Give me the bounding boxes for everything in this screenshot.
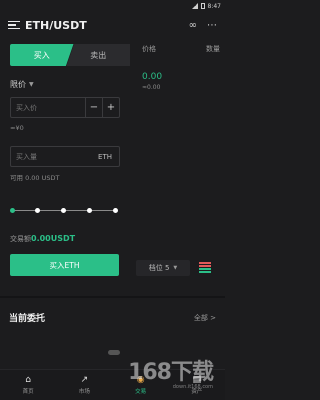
price-approx-value: ≈¥0 [10, 124, 24, 132]
price-input[interactable]: 买入价 [11, 98, 85, 117]
more-icon[interactable]: ⋯ [207, 20, 217, 31]
signal-icon [191, 3, 198, 9]
amount-slider[interactable] [10, 207, 118, 215]
order-type-label: 限价 [10, 80, 26, 89]
watermark-logo: 168下载 [128, 360, 214, 385]
nav-market-label: 市场 [78, 389, 90, 395]
last-price-cny: ≈0.00 [142, 84, 161, 91]
available-balance: 可用 0.00 USDT [10, 174, 60, 182]
open-orders-header: 当前委托 全部 > [9, 311, 216, 325]
caret-down-icon: ▼ [29, 81, 34, 88]
trade-panel: 买入 卖出 限价 ▼ 买入价 − + ≈¥0 买入量 ETH 可用 0.00 U… [10, 44, 130, 244]
trade-tabs: 买入 卖出 [10, 44, 130, 66]
nav-home-label: 首页 [22, 389, 34, 395]
trade-total-label: 交易额 [10, 235, 31, 243]
drag-handle[interactable] [108, 350, 120, 355]
link-icon[interactable]: ∞ [189, 20, 197, 31]
status-time: 8:47 [207, 2, 221, 10]
book-amount-header: 数量 [206, 45, 220, 53]
buy-eth-button[interactable]: 买入ETH [10, 254, 119, 276]
price-input-group: 买入价 − + [10, 97, 120, 118]
home-icon: ⌂ [25, 375, 31, 385]
header: ETH/USDT ∞ ⋯ [0, 12, 225, 38]
amount-unit: ETH [98, 152, 112, 161]
menu-icon[interactable] [8, 20, 20, 30]
slider-stop-50[interactable] [61, 208, 66, 213]
slider-stop-25[interactable] [35, 208, 40, 213]
price-increase-button[interactable]: + [102, 98, 119, 117]
depth-select[interactable]: 档位 5 ▼ [136, 260, 190, 276]
order-book: 价格 数量 0.00 ≈0.00 [142, 44, 220, 91]
slider-stop-100[interactable] [113, 208, 118, 213]
all-orders-link[interactable]: 全部 > [194, 313, 216, 323]
watermark: 168下载 down.it168.com [128, 360, 214, 391]
tab-buy[interactable]: 买入 [10, 44, 74, 66]
depth-label: 档位 5 [148, 264, 170, 272]
pair-title[interactable]: ETH/USDT [25, 19, 179, 32]
trade-total: 交易额0.00USDT [10, 234, 130, 244]
trade-total-value: 0.00USDT [31, 234, 76, 243]
order-type-select[interactable]: 限价 ▼ [10, 79, 130, 90]
open-orders-title: 当前委托 [9, 314, 46, 324]
slider-stop-75[interactable] [87, 208, 92, 213]
book-view-toggle-icon[interactable] [199, 262, 211, 274]
amount-input-group: 买入量 ETH [10, 146, 120, 167]
section-divider [0, 296, 225, 298]
price-decrease-button[interactable]: − [85, 98, 102, 117]
market-icon: ↗ [80, 375, 89, 385]
status-bar: 8:47 [0, 0, 225, 12]
last-price: 0.00 [142, 72, 163, 82]
caret-down-icon: ▼ [173, 265, 178, 271]
slider-handle[interactable] [10, 208, 15, 213]
nav-market[interactable]: ↗ 市场 [56, 370, 112, 400]
battery-icon [200, 3, 205, 9]
amount-input[interactable]: 买入量 [11, 147, 98, 166]
book-price-header: 价格 [142, 45, 156, 53]
nav-home[interactable]: ⌂ 首页 [0, 370, 56, 400]
tab-sell[interactable]: 卖出 [66, 44, 130, 66]
